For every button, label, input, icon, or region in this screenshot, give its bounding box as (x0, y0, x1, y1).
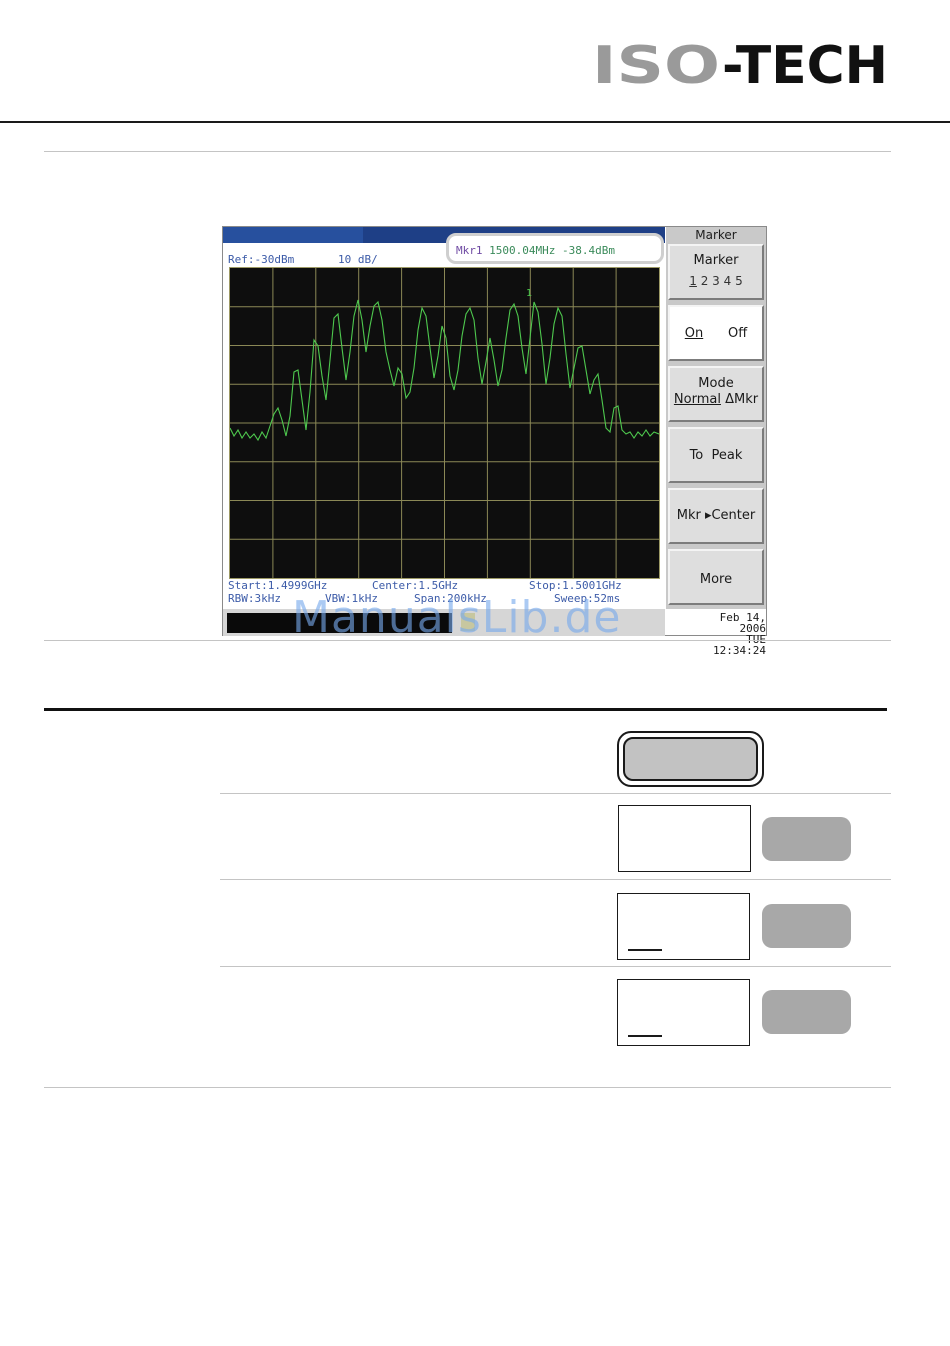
more-label: More (699, 572, 733, 587)
softkey-illustration-1 (618, 805, 751, 872)
iso-tech-logo: ISO -TECH (592, 40, 888, 88)
softkey-illustration-3 (617, 979, 750, 1046)
start-frequency: Start:1.4999GHz (228, 579, 328, 592)
softkey-marker-select[interactable]: Marker 1 2 3 4 5 (668, 244, 764, 300)
time-label: TUE 12:34:24 (713, 633, 766, 657)
peak-label: Peak (711, 448, 743, 463)
step-divider-2 (220, 879, 891, 880)
mode-options: Normal ΔMkr (670, 392, 762, 407)
rbw-label: RBW:3kHz (228, 592, 281, 605)
analyzer-screenshot: Mkr1 1500.04MHz -38.4dBm Ref:-30dBm 10 d… (222, 226, 767, 656)
underline-mark (628, 1035, 662, 1037)
softkey-mkr-center[interactable]: Mkr ▸Center (668, 488, 764, 544)
softkey-marker-label: Marker (693, 253, 739, 268)
header-rule (0, 121, 950, 123)
marker-readout: Mkr1 1500.04MHz -38.4dBm (456, 244, 615, 257)
underline-mark (628, 949, 662, 951)
marker-readout-frequency: 1500.04MHz (489, 244, 556, 257)
marker-key[interactable] (623, 737, 758, 781)
watermark: ManualsLib.de (292, 592, 622, 643)
softkey-to-peak[interactable]: To Peak (668, 427, 764, 483)
softkey-button-3[interactable] (762, 990, 851, 1034)
softkey-button-2[interactable] (762, 904, 851, 948)
ref-level-label: Ref:-30dBm (228, 253, 295, 266)
screenshot-bottom-divider (44, 640, 891, 641)
softkey-mode[interactable]: Mode Normal ΔMkr (668, 366, 764, 422)
mode-normal-option: Normal (673, 392, 721, 407)
stop-frequency: Stop:1.5001GHz (529, 579, 622, 592)
off-option: Off (728, 326, 748, 341)
date-time: Feb 14, 2006 TUE 12:34:24 (689, 612, 766, 656)
marker-1-tag: 1 (526, 288, 532, 299)
step-divider-3 (220, 966, 891, 967)
step-divider-1 (220, 793, 891, 794)
to-peak-label: To Peak (670, 448, 762, 463)
svg-text:-TECH: -TECH (722, 40, 888, 88)
spectrum-svg: 1 (230, 268, 659, 578)
date-label: Feb 14, 2006 (719, 611, 766, 635)
to-label: To (689, 448, 704, 463)
scale-label: 10 dB/ (338, 253, 378, 266)
softkey-menu-title: Marker (695, 228, 737, 242)
marker-readout-label: Mkr1 (456, 244, 483, 257)
center-frequency: Center:1.5GHz (372, 579, 459, 592)
on-option: On (684, 326, 704, 341)
softkey-button-1[interactable] (762, 817, 851, 861)
marker-number-list: 1 2 3 4 5 (670, 274, 762, 288)
softkey-mode-label: Mode (698, 376, 734, 391)
section-bottom-divider (44, 1087, 891, 1088)
marker-number-active: 1 (689, 274, 697, 288)
mkr-center-label: Mkr ▸Center (676, 508, 756, 523)
softkey-more[interactable]: More (668, 549, 764, 605)
softkey-illustration-2 (617, 893, 750, 960)
title-bar-accent (223, 227, 363, 243)
graticule (230, 268, 659, 578)
svg-text:ISO: ISO (592, 40, 720, 88)
marker-readout-level: -38.4dBm (561, 244, 615, 257)
top-divider (44, 151, 891, 152)
section-rule (44, 708, 887, 711)
mode-delta-option: ΔMkr (725, 392, 759, 407)
spectrum-plot: 1 (229, 267, 660, 579)
marker-number-rest: 2 3 4 5 (700, 274, 743, 288)
on-off-options: On Off (670, 326, 762, 341)
softkey-on-off[interactable]: On Off (668, 305, 764, 361)
